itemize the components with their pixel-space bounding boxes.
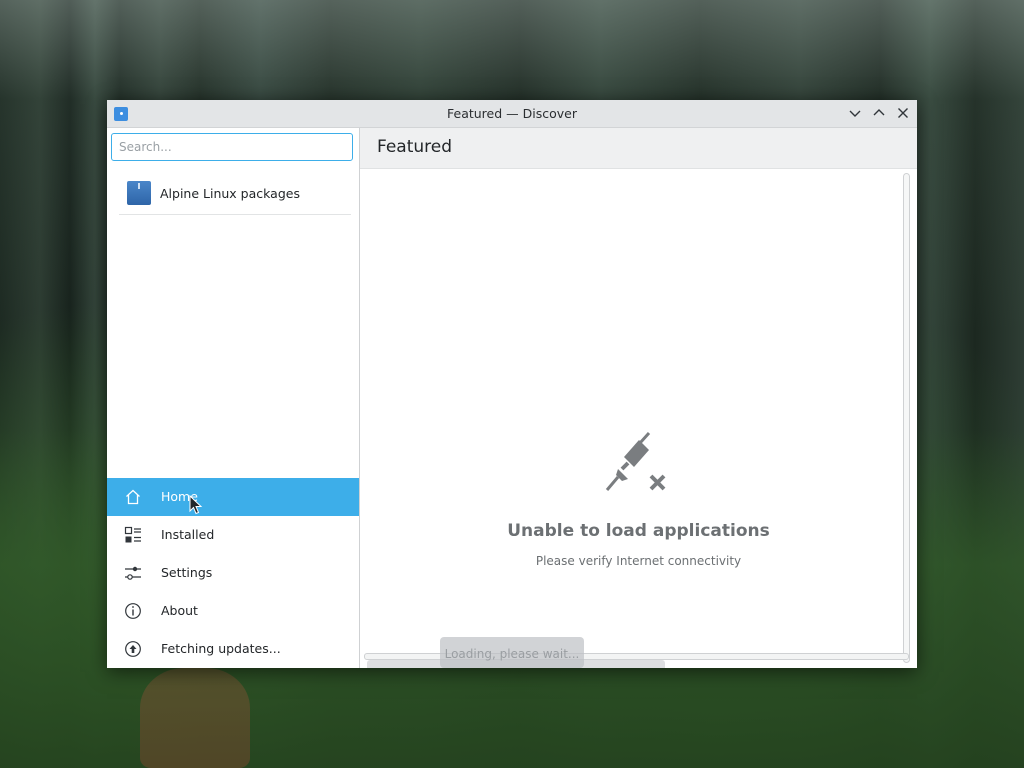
window-title: Featured — Discover bbox=[447, 106, 577, 121]
source-label: Alpine Linux packages bbox=[160, 186, 300, 201]
sidebar-item-label: Installed bbox=[161, 527, 215, 542]
update-icon bbox=[125, 641, 141, 657]
close-button[interactable] bbox=[894, 104, 912, 122]
sidebar: Alpine Linux packages Home Installed bbox=[107, 128, 360, 668]
sidebar-item-label: Fetching updates... bbox=[161, 641, 281, 656]
sidebar-item-updates[interactable]: Fetching updates... bbox=[107, 630, 359, 668]
close-icon bbox=[898, 108, 908, 118]
info-icon bbox=[125, 603, 141, 619]
empty-state-title: Unable to load applications bbox=[507, 521, 770, 541]
wallpaper-path bbox=[140, 668, 250, 768]
sidebar-item-home[interactable]: Home bbox=[107, 478, 359, 516]
sidebar-item-label: Settings bbox=[161, 565, 213, 580]
discover-window: Featured — Discover Alpine Linux package… bbox=[107, 100, 917, 668]
empty-state-subtitle: Please verify Internet connectivity bbox=[535, 554, 742, 568]
chevron-down-icon bbox=[849, 110, 861, 117]
sidebar-nav: Home Installed Settings About Fetching u… bbox=[107, 478, 359, 668]
chevron-up-icon bbox=[873, 109, 885, 116]
titlebar[interactable]: Featured — Discover bbox=[107, 100, 917, 128]
search-input[interactable] bbox=[111, 133, 353, 161]
sidebar-item-installed[interactable]: Installed bbox=[107, 516, 359, 554]
vertical-scrollbar[interactable] bbox=[903, 173, 910, 663]
sidebar-item-about[interactable]: About bbox=[107, 592, 359, 630]
disconnected-plug-icon bbox=[605, 431, 666, 491]
page-title: Featured bbox=[377, 137, 453, 157]
settings-icon bbox=[125, 566, 141, 580]
main-panel: Featured Unable to load applications Ple… bbox=[360, 128, 917, 668]
sidebar-item-settings[interactable]: Settings bbox=[107, 554, 359, 592]
sidebar-item-label: About bbox=[161, 603, 198, 618]
page-header: Featured bbox=[360, 128, 917, 169]
source-item-alpine[interactable]: Alpine Linux packages bbox=[119, 174, 351, 215]
package-icon bbox=[127, 181, 151, 205]
installed-icon bbox=[124, 526, 141, 543]
home-icon bbox=[126, 489, 140, 505]
loading-indicator: Loading, please wait... bbox=[440, 637, 584, 668]
minimize-button[interactable] bbox=[846, 104, 864, 122]
mouse-cursor-icon bbox=[189, 495, 203, 515]
maximize-button[interactable] bbox=[870, 104, 888, 122]
